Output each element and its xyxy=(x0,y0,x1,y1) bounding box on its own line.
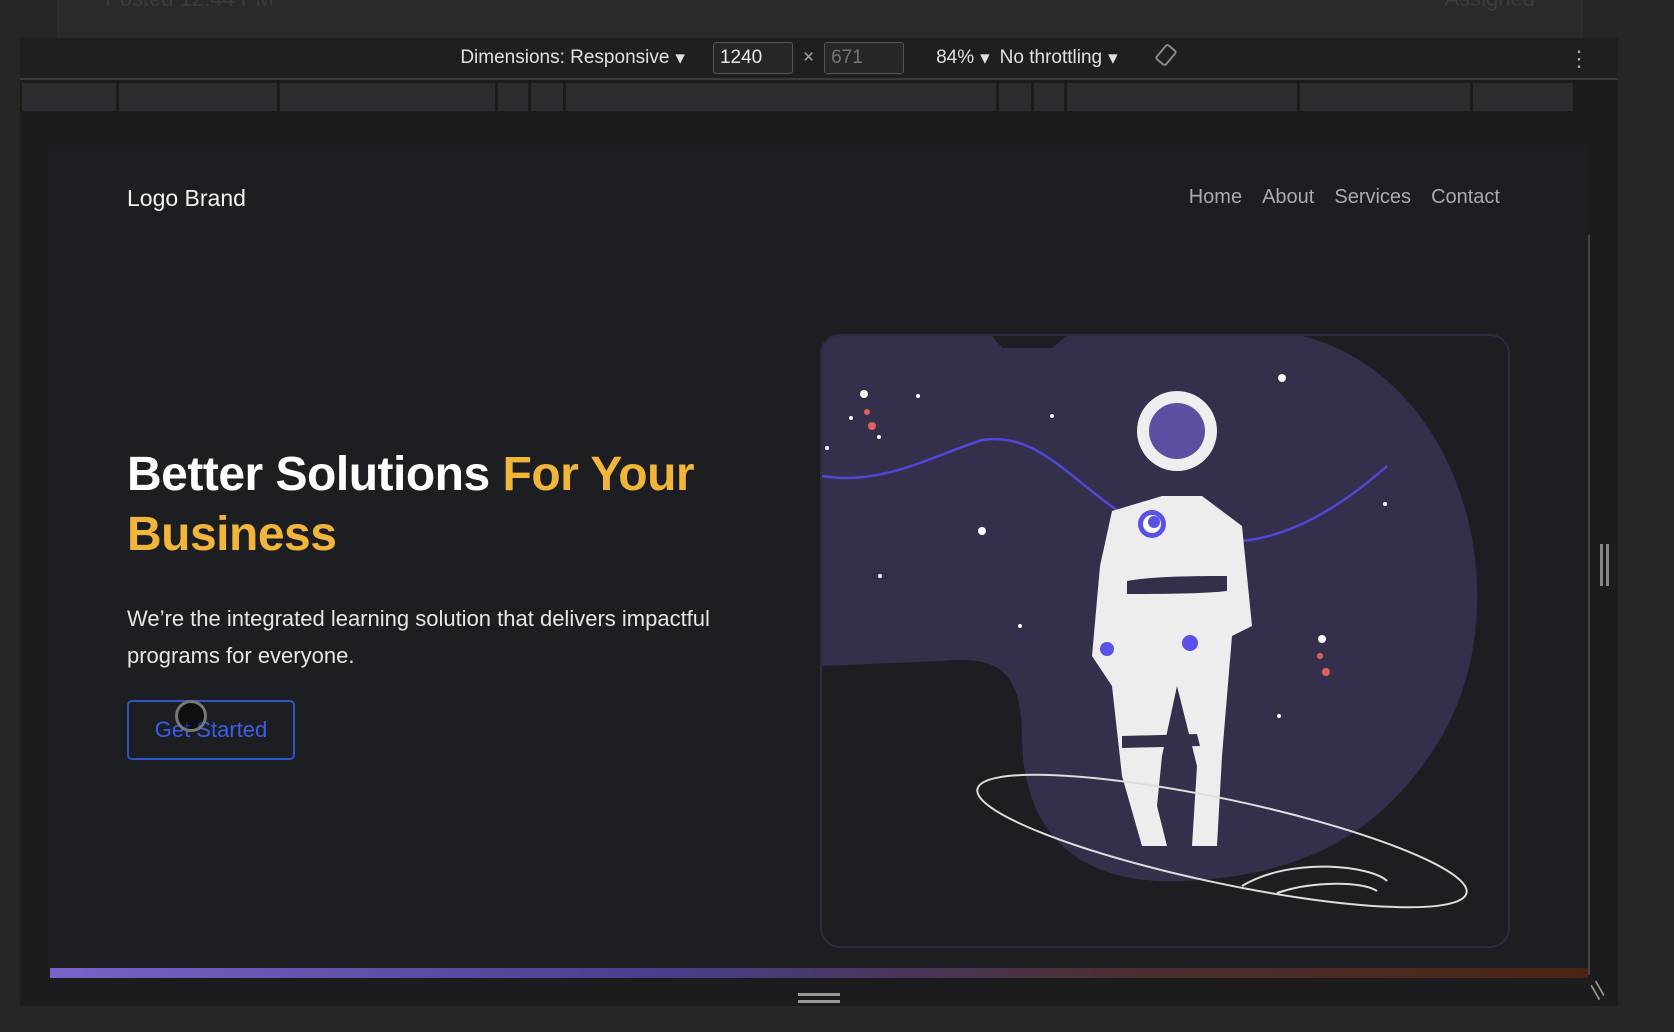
hero-title: Better Solutions For Your Business xyxy=(127,445,727,565)
caret-down-icon: ▾ xyxy=(980,47,990,69)
gradient-footer-bar xyxy=(50,968,1588,978)
media-query-bar[interactable] xyxy=(22,83,1616,111)
astronaut-illustration xyxy=(820,334,1510,948)
page-scrollbar[interactable] xyxy=(1588,235,1590,975)
right-resize-handle[interactable] xyxy=(1600,544,1610,586)
emulated-page: Logo Brand Home About Services Contact B… xyxy=(48,145,1590,978)
dimensions-dropdown[interactable]: Dimensions: Responsive ▾ xyxy=(460,47,685,70)
caret-down-icon: ▾ xyxy=(1108,47,1118,69)
bottom-resize-handle[interactable] xyxy=(798,993,840,1003)
logo-brand[interactable]: Logo Brand xyxy=(127,185,246,212)
zoom-value: 84% xyxy=(936,47,975,68)
dimensions-label: Dimensions: Responsive xyxy=(460,47,670,68)
nav-home[interactable]: Home xyxy=(1189,186,1242,209)
rotate-icon[interactable] xyxy=(1154,43,1178,73)
mouse-cursor-icon xyxy=(175,700,207,732)
background-text-right: Assigned xyxy=(1444,0,1535,12)
device-emulator: Dimensions: Responsive ▾ × 84% ▾ No thro… xyxy=(20,38,1618,1006)
width-input[interactable] xyxy=(712,42,793,74)
background-panel: Posted 12:44 PM Assigned xyxy=(58,0,1582,40)
get-started-button[interactable]: Get Started xyxy=(127,700,295,760)
throttling-dropdown[interactable]: No throttling ▾ xyxy=(1000,47,1118,70)
background-text-left: Posted 12:44 PM xyxy=(105,0,274,12)
nav-contact[interactable]: Contact xyxy=(1431,186,1500,209)
height-input[interactable] xyxy=(824,42,905,74)
more-options-icon[interactable]: ⋮ xyxy=(1568,46,1590,72)
device-toolbar: Dimensions: Responsive ▾ × 84% ▾ No thro… xyxy=(20,38,1618,80)
zoom-dropdown[interactable]: 84% ▾ xyxy=(936,47,990,70)
nav-services[interactable]: Services xyxy=(1334,186,1411,209)
corner-resize-icon[interactable]: // xyxy=(1585,977,1612,1004)
nav-about[interactable]: About xyxy=(1262,186,1314,209)
hero-description: We’re the integrated learning solution t… xyxy=(127,606,710,668)
throttling-value: No throttling xyxy=(999,47,1103,68)
hero-title-plain: Better Solutions xyxy=(127,448,503,501)
main-nav: Home About Services Contact xyxy=(1189,186,1500,209)
caret-down-icon: ▾ xyxy=(675,47,685,69)
times-icon: × xyxy=(802,47,815,68)
